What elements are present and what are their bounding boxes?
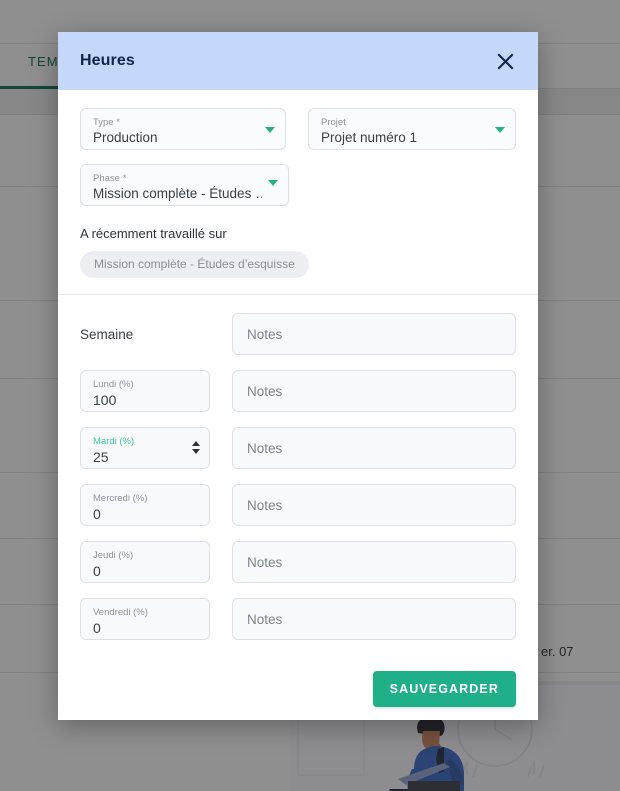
modal-body: Type * Production Projet Projet numéro 1… xyxy=(58,90,538,720)
vendredi-notes-placeholder: Notes xyxy=(247,611,283,627)
close-icon-glyph xyxy=(497,53,513,69)
mardi-value: 25 xyxy=(93,448,109,465)
week-notes-input[interactable]: Notes xyxy=(232,313,516,355)
day-row-jeudi: Jeudi (%) 0 Notes xyxy=(80,541,516,583)
vendredi-notes-input[interactable]: Notes xyxy=(232,598,516,640)
type-projet-row: Type * Production Projet Projet numéro 1 xyxy=(80,108,516,150)
phase-row: Phase * Mission complète - Études … xyxy=(80,164,516,206)
jeudi-percent-input[interactable]: Jeudi (%) 0 xyxy=(80,541,210,583)
day-row-mardi: Mardi (%) 25 Notes xyxy=(80,427,516,469)
selection-section: Type * Production Projet Projet numéro 1… xyxy=(58,90,538,294)
mardi-percent-input[interactable]: Mardi (%) 25 xyxy=(80,427,210,469)
mercredi-value: 0 xyxy=(93,505,101,522)
number-stepper[interactable] xyxy=(192,441,200,454)
mercredi-notes-placeholder: Notes xyxy=(247,497,283,513)
day-row-mercredi: Mercredi (%) 0 Notes xyxy=(80,484,516,526)
recent-work-label: A récemment travaillé sur xyxy=(80,226,227,241)
close-icon[interactable] xyxy=(492,48,518,74)
day-row-lundi: Lundi (%) 100 Notes xyxy=(80,370,516,412)
week-header-row: Semaine Notes xyxy=(80,313,516,355)
phase-select-value: Mission complète - Études … xyxy=(93,186,262,201)
modal-title: Heures xyxy=(80,52,135,69)
phase-select[interactable]: Phase * Mission complète - Études … xyxy=(80,164,289,206)
stepper-down-icon[interactable] xyxy=(192,449,200,454)
lundi-value: 100 xyxy=(93,391,117,408)
lundi-notes-placeholder: Notes xyxy=(247,383,283,399)
type-select[interactable]: Type * Production xyxy=(80,108,287,150)
chevron-down-icon xyxy=(495,127,505,133)
chevron-down-icon xyxy=(265,127,276,133)
vendredi-label: Vendredi (%) xyxy=(93,606,148,618)
day-row-vendredi: Vendredi (%) 0 Notes xyxy=(80,598,516,640)
week-label: Semaine xyxy=(80,326,134,342)
modal-header: Heures xyxy=(58,32,538,90)
heures-modal-dialog: Heures Type * Production Projet Projet n… xyxy=(58,32,538,720)
mercredi-notes-input[interactable]: Notes xyxy=(232,484,516,526)
mercredi-label: Mercredi (%) xyxy=(93,492,148,504)
lundi-percent-input[interactable]: Lundi (%) 100 xyxy=(80,370,210,412)
jeudi-label: Jeudi (%) xyxy=(93,549,134,561)
recent-work-chip[interactable]: Mission complète - Études d’esquisse xyxy=(80,251,309,278)
projet-select-label: Projet xyxy=(321,117,346,128)
projet-select[interactable]: Projet Projet numéro 1 xyxy=(308,108,516,150)
chevron-down-icon xyxy=(268,180,278,186)
mercredi-percent-input[interactable]: Mercredi (%) 0 xyxy=(80,484,210,526)
week-notes-placeholder: Notes xyxy=(247,326,283,342)
type-select-value: Production xyxy=(93,130,158,145)
mardi-notes-placeholder: Notes xyxy=(247,440,283,456)
lundi-notes-input[interactable]: Notes xyxy=(232,370,516,412)
vendredi-percent-input[interactable]: Vendredi (%) 0 xyxy=(80,598,210,640)
lundi-label: Lundi (%) xyxy=(93,378,134,390)
save-button[interactable]: SAUVEGARDER xyxy=(372,671,516,707)
projet-select-value: Projet numéro 1 xyxy=(321,130,418,145)
type-select-label: Type * xyxy=(93,117,120,128)
modal-footer: SAUVEGARDER xyxy=(58,665,538,720)
jeudi-notes-input[interactable]: Notes xyxy=(232,541,516,583)
week-section: Semaine Notes Lundi (%) 100 Notes Mardi … xyxy=(58,295,538,665)
jeudi-value: 0 xyxy=(93,562,101,579)
vendredi-value: 0 xyxy=(93,619,101,636)
mardi-notes-input[interactable]: Notes xyxy=(232,427,516,469)
mardi-label: Mardi (%) xyxy=(93,435,135,447)
jeudi-notes-placeholder: Notes xyxy=(247,554,283,570)
stepper-up-icon[interactable] xyxy=(192,441,200,446)
phase-select-label: Phase * xyxy=(93,173,127,184)
